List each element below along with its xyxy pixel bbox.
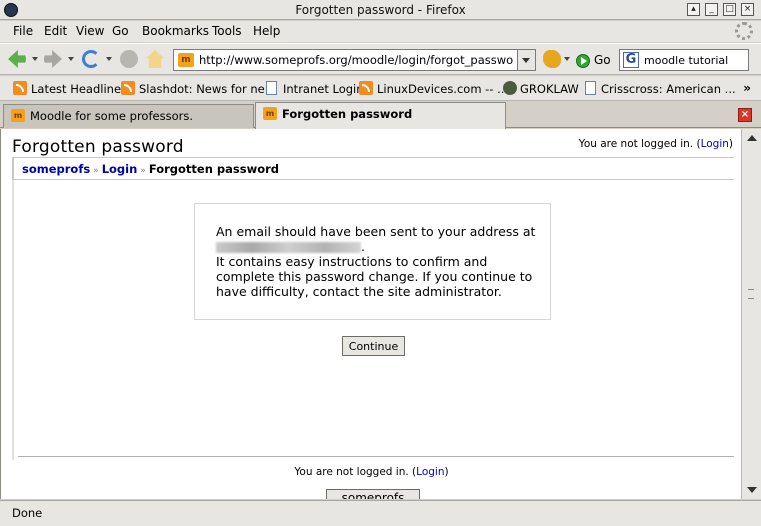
bookmark-crisscross[interactable]: Crisscross: American ... xyxy=(601,82,736,96)
menu-edit[interactable]: Edit xyxy=(44,24,67,38)
vertical-scrollbar[interactable] xyxy=(741,129,761,499)
bookmark-slashdot[interactable]: Slashdot: News for ne... xyxy=(139,82,276,96)
footer-divider xyxy=(18,456,734,457)
footer-login-status: You are not logged in. (Login) xyxy=(294,466,449,478)
moodle-favicon-icon: m xyxy=(263,107,277,120)
menu-bookmarks[interactable]: Bookmarks xyxy=(142,24,209,38)
reload-dropdown-icon[interactable] xyxy=(106,57,112,61)
tab-label: Forgotten password xyxy=(282,107,413,121)
breadcrumb-separator: » xyxy=(140,166,146,176)
footer-home-button[interactable]: someprofs xyxy=(326,489,420,499)
breadcrumb-home-link[interactable]: someprofs xyxy=(22,162,90,176)
url-history-dropdown-icon[interactable] xyxy=(518,49,536,71)
breadcrumb-login-link[interactable]: Login xyxy=(102,162,138,176)
url-bar[interactable]: m http://www.someprofs.org/moodle/login/… xyxy=(173,49,518,71)
go-button[interactable]: Go xyxy=(594,53,611,67)
rss-icon xyxy=(121,81,135,95)
tab-label: Moodle for some professors. xyxy=(30,109,193,123)
window-title: Forgotten password - Firefox xyxy=(295,3,466,17)
page-icon xyxy=(266,81,277,95)
go-icon[interactable] xyxy=(576,54,590,68)
window-shade-button[interactable]: ▴ xyxy=(687,3,700,16)
redacted-email xyxy=(216,242,361,253)
page-title: Forgotten password xyxy=(12,137,184,157)
moodle-favicon-icon: m xyxy=(11,109,25,122)
window-titlebar: Forgotten password - Firefox ▴ _ □ × xyxy=(0,0,761,20)
tab-moodle[interactable]: m Moodle for some professors. xyxy=(3,104,254,128)
scroll-grip-icon[interactable] xyxy=(748,289,754,299)
search-bar[interactable]: G moodle tutorial xyxy=(619,49,749,71)
bookmarks-toolbar: Latest Headlines Slashdot: News for ne..… xyxy=(0,76,761,101)
window-maximize-button[interactable]: □ xyxy=(723,3,736,16)
menu-view[interactable]: View xyxy=(76,24,104,38)
moodle-favicon-icon: m xyxy=(178,53,194,67)
menu-go[interactable]: Go xyxy=(112,24,129,38)
scroll-up-icon[interactable] xyxy=(747,135,757,141)
scroll-down-icon[interactable] xyxy=(747,487,757,493)
page-content: Forgotten password You are not logged in… xyxy=(0,129,741,499)
bookmark-groklaw[interactable]: GROKLAW xyxy=(520,82,579,96)
breadcrumb-current: Forgotten password xyxy=(148,162,280,176)
window-minimize-button[interactable]: _ xyxy=(705,3,718,16)
bookmark-linuxdevices[interactable]: LinuxDevices.com -- ... xyxy=(377,82,508,96)
home-icon[interactable] xyxy=(146,50,164,68)
rss-icon xyxy=(359,81,373,95)
tab-bar: m Moodle for some professors. m Forgotte… xyxy=(0,102,761,129)
breadcrumb-bar: someprofs» Login» Forgotten password xyxy=(12,157,734,180)
breadcrumb: someprofs» Login» Forgotten password xyxy=(22,162,279,176)
rss-icon xyxy=(13,81,27,95)
window-close-button[interactable]: × xyxy=(741,3,754,16)
menu-tools[interactable]: Tools xyxy=(212,24,242,38)
menu-bar: File Edit View Go Bookmarks Tools Help xyxy=(0,21,761,42)
login-link[interactable]: Login xyxy=(701,138,729,150)
menu-help[interactable]: Help xyxy=(253,24,280,38)
footer-login-link[interactable]: Login xyxy=(416,466,444,478)
back-icon[interactable] xyxy=(8,50,26,68)
back-dropdown-icon[interactable] xyxy=(32,57,38,61)
close-tab-icon[interactable]: × xyxy=(738,108,752,122)
groklaw-icon xyxy=(503,81,517,95)
bookmark-latest-headlines[interactable]: Latest Headlines xyxy=(31,82,127,96)
extension-dropdown-icon[interactable] xyxy=(564,57,570,61)
status-bar: Done xyxy=(0,500,761,526)
stop-icon[interactable] xyxy=(120,50,138,68)
url-input[interactable]: http://www.someprofs.org/moodle/login/fo… xyxy=(199,53,514,67)
left-border xyxy=(12,180,14,460)
navigation-toolbar: m http://www.someprofs.org/moodle/login/… xyxy=(0,43,761,75)
bookmarks-overflow-icon[interactable]: » xyxy=(743,81,751,95)
message-text: An email should have been sent to your a… xyxy=(216,224,536,299)
throbber-icon xyxy=(735,22,753,40)
forward-icon[interactable] xyxy=(44,50,62,68)
search-input[interactable]: moodle tutorial xyxy=(644,54,728,67)
message-box: An email should have been sent to your a… xyxy=(194,203,551,320)
google-icon[interactable]: G xyxy=(623,52,639,68)
tab-forgotten-password[interactable]: m Forgotten password xyxy=(255,102,506,129)
page-icon xyxy=(585,81,596,95)
login-status: You are not logged in. (Login) xyxy=(578,138,733,150)
status-text: Done xyxy=(12,506,43,520)
extension-icon[interactable] xyxy=(543,50,561,68)
forward-dropdown-icon[interactable] xyxy=(68,57,74,61)
menu-file[interactable]: File xyxy=(13,24,33,38)
continue-button[interactable]: Continue xyxy=(342,336,405,356)
reload-icon[interactable] xyxy=(82,50,100,68)
breadcrumb-separator: » xyxy=(93,166,99,176)
bookmark-intranet-login[interactable]: Intranet Login xyxy=(283,82,364,96)
